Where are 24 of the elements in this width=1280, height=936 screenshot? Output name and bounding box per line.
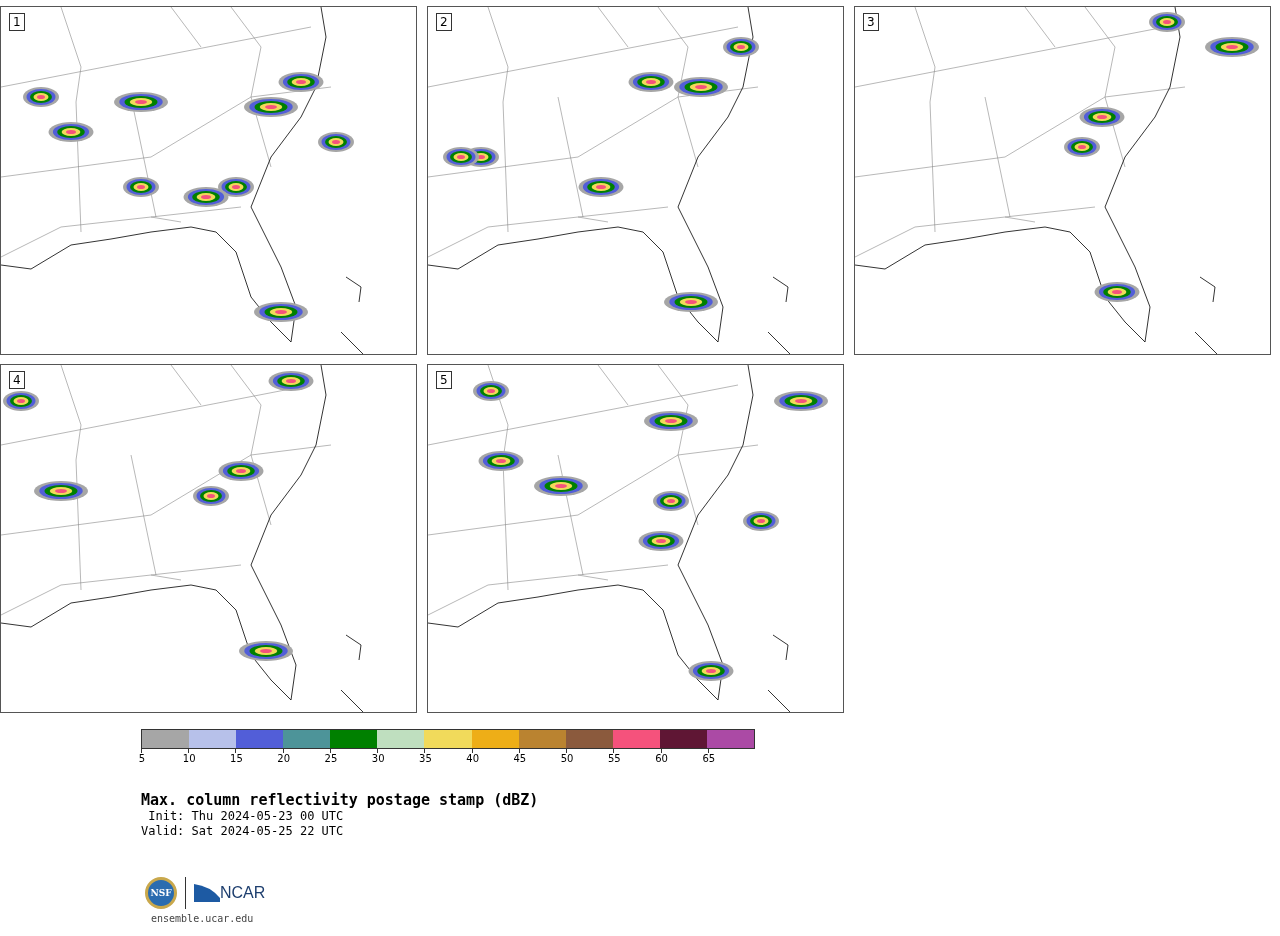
tick-label: 55 [608,753,621,764]
panel-number: 3 [863,13,879,31]
tick-label: 50 [560,753,574,764]
init-time: Init: Thu 2024-05-23 00 UTC [147,809,345,824]
valid-time: Valid: Sat 2024-05-25 22 UTC [141,824,345,839]
tick-label: 20 [277,753,291,764]
panel-number: 1 [9,13,25,31]
panel-number: 4 [9,371,25,389]
tick-label: 5 [138,753,146,764]
tick-label: 60 [655,753,668,764]
tick-label: 35 [419,753,432,764]
tick-label: 10 [182,753,196,764]
panel-number: 2 [436,13,452,31]
seal-logo: NSF [145,877,177,909]
tick-label: 15 [230,753,243,764]
tick-label: 40 [466,753,479,764]
tick-label: 25 [324,753,338,764]
chart-title: Max. column reflectivity postage stamp (dBZ) [141,791,540,809]
tick-label: 45 [513,753,527,764]
tick-label: 65 [702,753,716,764]
tick-label: 30 [371,753,385,764]
ncar-logo: NCAR [194,884,266,902]
panel-number: 5 [436,371,452,389]
website-url: ensemble.ucar.edu [151,913,255,924]
